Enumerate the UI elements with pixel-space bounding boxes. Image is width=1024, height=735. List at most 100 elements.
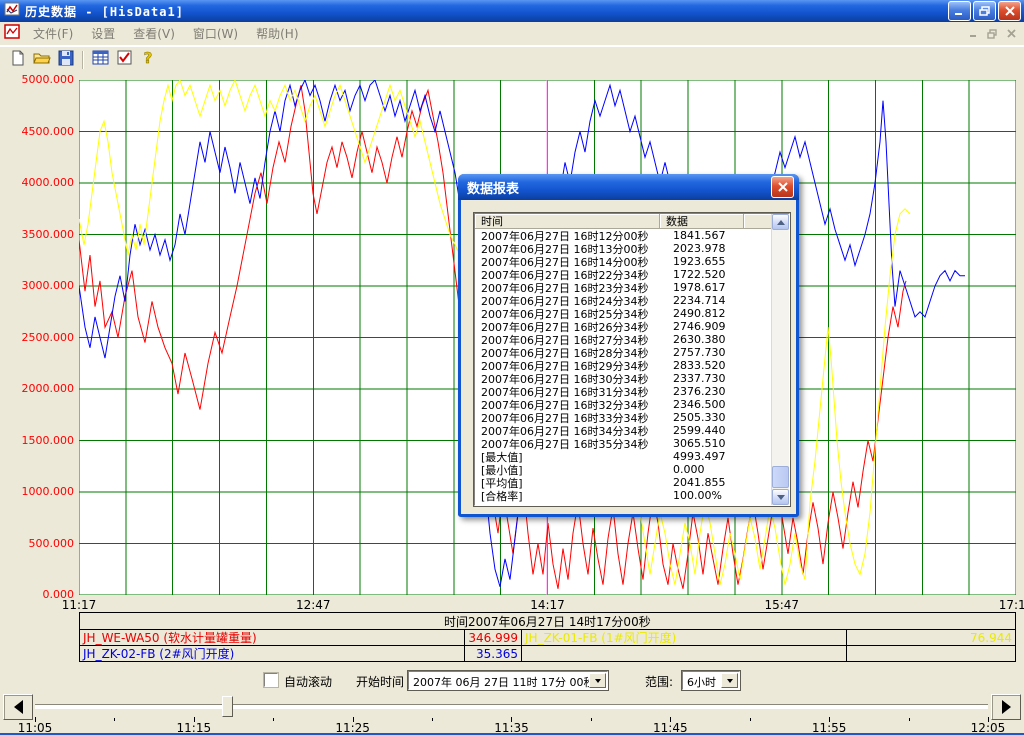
arrow-up-icon (777, 220, 785, 225)
autoscroll-checkbox[interactable] (264, 673, 278, 687)
scrollbar-down-button[interactable] (772, 489, 789, 505)
open-file-button[interactable] (30, 49, 54, 71)
y-axis-label: 1000.000 (0, 485, 74, 498)
x-axis-label: 14:17 (530, 598, 565, 612)
mdi-minimize-button[interactable] (965, 26, 982, 41)
report-cell-value: 2746.909 (669, 320, 726, 333)
time-minor-tick (591, 718, 592, 721)
menu-item-help[interactable]: 帮助(H) (256, 25, 298, 42)
y-axis-label: 500.000 (0, 537, 74, 550)
open-folder-icon (33, 50, 51, 70)
time-minor-tick (114, 718, 115, 721)
report-list[interactable]: 时间 数据 2007年06月27日 16时12分00秒1841.5672007年… (474, 213, 790, 506)
report-cell-value: 2023.978 (669, 242, 726, 255)
help-button[interactable]: ? (136, 49, 160, 71)
report-dialog[interactable]: 数据报表 时间 数据 2007年06月27日 16时12分00秒1841.567… (458, 174, 799, 517)
report-row[interactable]: [合格率]100.00% (475, 489, 772, 502)
mdi-restore-button[interactable] (984, 26, 1001, 41)
report-cell-value: 3065.510 (669, 437, 726, 450)
report-cell-value: 1978.617 (669, 281, 726, 294)
x-axis-label: 17:17 (999, 598, 1024, 612)
range-select[interactable]: 6小时 (682, 671, 740, 690)
chevron-down-icon (595, 679, 601, 683)
dialog-title: 数据报表 (467, 178, 519, 197)
column-header-data[interactable]: 数据 (660, 214, 744, 229)
report-rows: 2007年06月27日 16时12分00秒1841.5672007年06月27日… (475, 229, 772, 505)
menu-item-settings[interactable]: 设置 (91, 25, 115, 42)
data-check-button[interactable] (112, 49, 136, 71)
report-cell-value: 2833.520 (669, 359, 726, 372)
report-table-icon (92, 50, 109, 69)
slider-track[interactable] (35, 704, 988, 709)
time-minor-tick (750, 718, 751, 721)
x-axis-label: 15:47 (764, 598, 799, 612)
legend-pen3-name: JH_ZK-01-FB (1#风门开度) (522, 630, 847, 645)
report-cell-value: 0.000 (669, 463, 705, 476)
menu-items: 文件(F) 设置 查看(V) 窗口(W) 帮助(H) (24, 25, 308, 42)
legend-empty-name (522, 646, 847, 661)
new-file-button[interactable] (6, 49, 30, 71)
time-scrollbar (0, 694, 1024, 718)
report-cell-value: 2346.500 (669, 398, 726, 411)
report-cell-value: 4993.497 (669, 450, 726, 463)
new-file-icon (10, 50, 26, 70)
range-label: 范围: (645, 673, 673, 690)
report-cell-value: 100.00% (669, 489, 722, 502)
dialog-title-bar[interactable]: 数据报表 (458, 174, 799, 200)
app-icon (4, 1, 20, 21)
report-cell-value: 2376.230 (669, 385, 726, 398)
scrollbar-up-button[interactable] (772, 214, 789, 230)
autoscroll-label: 自动滚动 (284, 673, 332, 690)
start-time-label: 开始时间 (356, 673, 404, 690)
range-value: 6小时 (687, 674, 721, 690)
report-list-header: 时间 数据 (475, 214, 772, 229)
scrollbar-thumb[interactable] (772, 466, 789, 488)
column-header-time[interactable]: 时间 (475, 214, 660, 229)
menu-item-window[interactable]: 窗口(W) (193, 25, 238, 42)
report-cell-value: 2041.855 (669, 476, 726, 489)
x-axis-label: 12:47 (296, 598, 331, 612)
legend-time-header: 时间2007年06月27日 14时17分00秒 (80, 613, 1015, 630)
x-axis-label: 11:17 (62, 598, 97, 612)
range-dropdown-button[interactable] (721, 673, 738, 688)
arrow-down-icon (777, 495, 785, 500)
report-scrollbar[interactable] (771, 214, 789, 505)
y-axis-label: 2500.000 (0, 331, 74, 344)
dialog-close-button[interactable] (771, 176, 794, 198)
report-cell-value: 1722.520 (669, 268, 726, 281)
start-time-dropdown-button[interactable] (589, 673, 606, 688)
report-cell-value: 2490.812 (669, 307, 726, 320)
time-minor-tick (432, 718, 433, 721)
legend-pen1-name: JH_WE-WA50 (软水计量罐重量) (80, 630, 465, 645)
menu-item-file[interactable]: 文件(F) (33, 25, 73, 42)
start-time-value: 2007年 06月 27日 11时 17分 00秒 (413, 674, 589, 690)
restore-button[interactable] (973, 1, 996, 21)
mdi-window-buttons (963, 26, 1020, 41)
legend-row-pen2[interactable]: JH_ZK-02-FB (2#风门开度) 35.365 (80, 645, 1015, 661)
title-bar: 历史数据 - [HisData1] (0, 0, 1024, 22)
arrow-left-icon (14, 700, 23, 714)
legend-empty-value (847, 646, 1015, 661)
y-axis-label: 4500.000 (0, 125, 74, 138)
report-cell-time: [合格率] (475, 488, 669, 504)
window-title: 历史数据 - [HisData1] (25, 3, 946, 20)
slider-thumb[interactable] (222, 696, 233, 717)
save-file-button[interactable] (54, 49, 78, 71)
y-axis-label: 3000.000 (0, 279, 74, 292)
report-cell-value: 2337.730 (669, 372, 726, 385)
mdi-document-icon[interactable] (4, 24, 20, 43)
report-cell-value: 1841.567 (669, 229, 726, 242)
y-axis-label: 1500.000 (0, 434, 74, 447)
arrow-right-icon (1002, 700, 1011, 714)
legend-row-pen1[interactable]: JH_WE-WA50 (软水计量罐重量) 346.999 JH_ZK-01-FB… (80, 630, 1015, 645)
toolbar-separator (82, 51, 84, 69)
close-button[interactable] (998, 1, 1021, 21)
menu-item-view[interactable]: 查看(V) (133, 25, 175, 42)
start-time-select[interactable]: 2007年 06月 27日 11时 17分 00秒 (408, 671, 608, 690)
bottom-controls: 自动滚动 开始时间 2007年 06月 27日 11时 17分 00秒 范围: … (0, 664, 1024, 694)
report-cell-value: 2234.714 (669, 294, 726, 307)
mdi-close-button[interactable] (1003, 26, 1020, 41)
y-axis-label: 2000.000 (0, 382, 74, 395)
report-table-button[interactable] (88, 49, 112, 71)
minimize-button[interactable] (948, 1, 971, 21)
